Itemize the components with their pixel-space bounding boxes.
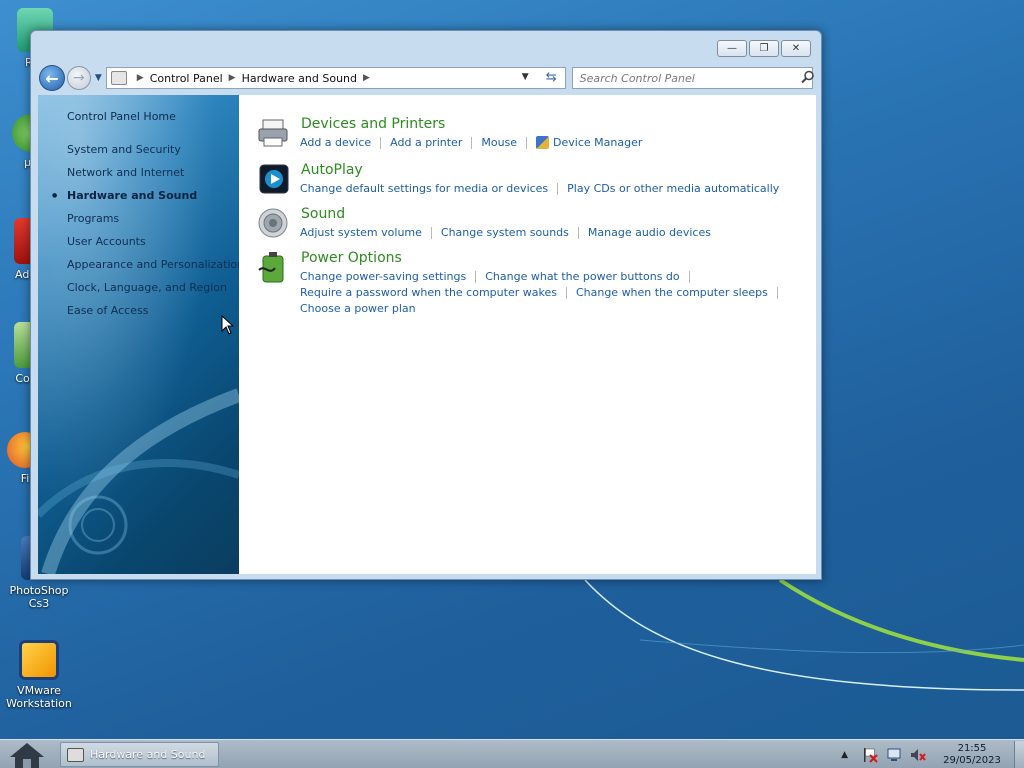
category-title[interactable]: AutoPlay bbox=[301, 162, 363, 178]
address-bar[interactable]: ▶ Control Panel ▶ Hardware and Sound ▶ ▼… bbox=[105, 67, 566, 89]
nav-clock-language-region[interactable]: Clock, Language, and Region bbox=[67, 281, 239, 304]
device-manager-link[interactable]: Device Manager bbox=[553, 136, 642, 149]
nav-network-and-internet[interactable]: Network and Internet bbox=[67, 166, 239, 189]
add-device-link[interactable]: Add a device bbox=[300, 136, 371, 149]
mouse-cursor-icon bbox=[221, 315, 235, 335]
show-hidden-icons-icon[interactable]: ▲ bbox=[841, 750, 848, 760]
taskbar: Hardware and Sound ▲ 21:55 29/05/2023 bbox=[0, 739, 1024, 768]
breadcrumb-control-panel[interactable]: Control Panel bbox=[150, 72, 223, 85]
change-sleep-link[interactable]: Change when the computer sleeps bbox=[576, 286, 768, 299]
refresh-icon[interactable]: ⇆ bbox=[546, 70, 557, 85]
back-arrow-icon: ← bbox=[45, 68, 59, 88]
navigation-bar: ← → ▼ ▶ Control Panel ▶ Hardware and Sou… bbox=[39, 65, 813, 91]
category-title[interactable]: Devices and Printers bbox=[301, 116, 445, 132]
adjust-volume-link[interactable]: Adjust system volume bbox=[300, 226, 422, 239]
change-power-saving-link[interactable]: Change power-saving settings bbox=[300, 270, 466, 283]
action-center-flag-icon[interactable] bbox=[862, 747, 878, 763]
choose-power-plan-link[interactable]: Choose a power plan bbox=[300, 302, 416, 315]
shield-icon bbox=[536, 136, 550, 149]
category-power-options: Power Options Change power-saving settin… bbox=[257, 250, 797, 320]
clock[interactable]: 21:55 29/05/2023 bbox=[934, 743, 1010, 767]
category-links: Adjust system volume Change system sound… bbox=[300, 226, 711, 239]
play-cds-link[interactable]: Play CDs or other media automatically bbox=[567, 182, 779, 195]
taskbar-item-hardware-and-sound[interactable]: Hardware and Sound bbox=[60, 742, 219, 767]
category-title[interactable]: Power Options bbox=[301, 250, 402, 266]
category-devices-and-printers: Devices and Printers Add a device Add a … bbox=[257, 116, 797, 156]
desktop-icon-label: Fi bbox=[20, 472, 30, 485]
mouse-link[interactable]: Mouse bbox=[481, 136, 517, 149]
desktop-icon-label: VMware Workstation bbox=[6, 684, 72, 710]
require-password-link[interactable]: Require a password when the computer wak… bbox=[300, 286, 557, 299]
search-input[interactable]: Search Control Panel bbox=[571, 67, 813, 89]
autoplay-icon bbox=[259, 164, 289, 194]
battery-icon bbox=[258, 252, 284, 283]
system-tray: ▲ 21:55 29/05/2023 bbox=[841, 740, 1024, 768]
back-button[interactable]: ← bbox=[39, 65, 65, 91]
vmware-icon bbox=[19, 640, 59, 680]
clock-time: 21:55 bbox=[957, 742, 987, 754]
desktop-icon-vmware[interactable]: VMware Workstation bbox=[4, 640, 74, 710]
add-printer-link[interactable]: Add a printer bbox=[390, 136, 462, 149]
taskbar-item-label: Hardware and Sound bbox=[90, 748, 206, 761]
address-dropdown-icon[interactable]: ▼ bbox=[522, 72, 529, 82]
desktop-icon-label: PhotoShop Cs3 bbox=[9, 584, 69, 610]
breadcrumb-arrow-icon[interactable]: ▶ bbox=[363, 73, 370, 83]
nav-appearance-and-personalization[interactable]: Appearance and Personalization bbox=[67, 258, 239, 281]
volume-muted-icon[interactable] bbox=[910, 747, 926, 763]
close-button[interactable]: ✕ bbox=[781, 40, 811, 57]
breadcrumb-arrow-icon[interactable]: ▶ bbox=[229, 73, 236, 83]
manage-audio-devices-link[interactable]: Manage audio devices bbox=[588, 226, 711, 239]
navigation-pane: Control Panel Home System and Security N… bbox=[38, 95, 239, 574]
search-icon[interactable] bbox=[801, 70, 815, 84]
nav-programs[interactable]: Programs bbox=[67, 212, 239, 235]
control-panel-icon bbox=[67, 747, 84, 762]
clock-date: 29/05/2023 bbox=[943, 754, 1001, 766]
nav-hardware-and-sound[interactable]: Hardware and Sound bbox=[52, 189, 239, 212]
category-links: Require a password when the computer wak… bbox=[300, 286, 787, 299]
control-panel-home-link[interactable]: Control Panel Home bbox=[67, 110, 176, 123]
change-default-settings-link[interactable]: Change default settings for media or dev… bbox=[300, 182, 548, 195]
maximize-button[interactable]: ❐ bbox=[749, 40, 779, 57]
breadcrumb-hardware-and-sound[interactable]: Hardware and Sound bbox=[242, 72, 357, 85]
nav-ease-of-access[interactable]: Ease of Access bbox=[67, 304, 239, 327]
category-links: Change default settings for media or dev… bbox=[300, 182, 779, 195]
forward-button[interactable]: → bbox=[66, 66, 91, 90]
network-icon[interactable] bbox=[886, 747, 902, 763]
printer-icon bbox=[258, 119, 288, 147]
breadcrumb-arrow-icon[interactable]: ▶ bbox=[137, 73, 144, 83]
speaker-icon bbox=[258, 208, 288, 238]
category-list: System and Security Network and Internet… bbox=[52, 143, 239, 327]
category-links: Choose a power plan bbox=[300, 302, 416, 315]
nav-system-and-security[interactable]: System and Security bbox=[67, 143, 239, 166]
forward-arrow-icon: → bbox=[73, 70, 85, 86]
category-title[interactable]: Sound bbox=[301, 206, 345, 222]
category-sound: Sound Adjust system volume Change system… bbox=[257, 206, 797, 246]
window-controls: — ❐ ✕ bbox=[717, 40, 811, 57]
category-links: Change power-saving settings Change what… bbox=[300, 270, 699, 283]
nav-user-accounts[interactable]: User Accounts bbox=[67, 235, 239, 258]
category-links: Add a device Add a printer Mouse Device … bbox=[300, 136, 642, 149]
change-power-buttons-link[interactable]: Change what the power buttons do bbox=[485, 270, 679, 283]
content-pane: Devices and Printers Add a device Add a … bbox=[239, 95, 816, 574]
category-autoplay: AutoPlay Change default settings for med… bbox=[257, 162, 797, 202]
start-button[interactable] bbox=[8, 741, 46, 768]
control-panel-icon bbox=[110, 71, 127, 85]
change-system-sounds-link[interactable]: Change system sounds bbox=[441, 226, 569, 239]
control-panel-window: — ❐ ✕ ← → ▼ ▶ Control Panel ▶ Hardware a… bbox=[30, 30, 822, 580]
minimize-button[interactable]: — bbox=[717, 40, 747, 57]
recent-pages-dropdown[interactable]: ▼ bbox=[95, 73, 102, 83]
show-desktop-button[interactable] bbox=[1014, 741, 1024, 768]
